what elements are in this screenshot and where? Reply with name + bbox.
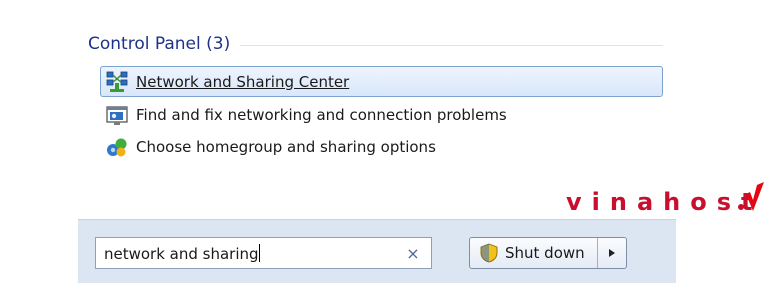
shield-icon bbox=[480, 243, 498, 263]
clear-search-icon[interactable]: × bbox=[403, 244, 423, 263]
result-find-and-fix-networking[interactable]: Find and fix networking and connection p… bbox=[100, 99, 663, 130]
svg-text:vinahost: vinahost bbox=[566, 188, 762, 216]
control-panel-header-label: Control Panel (3) bbox=[88, 34, 231, 54]
result-label: Network and Sharing Center bbox=[136, 72, 350, 91]
shut-down-button[interactable]: Shut down bbox=[470, 238, 598, 268]
text-caret bbox=[258, 243, 260, 262]
start-menu-search-results: Control Panel (3) Network and Sharing Ce… bbox=[78, 12, 676, 283]
shut-down-label: Shut down bbox=[505, 244, 585, 262]
control-panel-group-header[interactable]: Control Panel (3) bbox=[88, 32, 663, 56]
network-sharing-center-icon bbox=[106, 71, 128, 93]
result-label: Choose homegroup and sharing options bbox=[136, 137, 436, 156]
result-network-and-sharing-center[interactable]: Network and Sharing Center bbox=[100, 66, 663, 97]
vinahost-watermark-logo: vinahost bbox=[566, 180, 766, 220]
shut-down-options-arrow-icon[interactable] bbox=[598, 238, 626, 268]
homegroup-icon bbox=[106, 136, 128, 158]
result-label: Find and fix networking and connection p… bbox=[136, 105, 507, 124]
search-input-value[interactable]: network and sharing bbox=[104, 243, 403, 263]
power-button-group: Shut down bbox=[469, 237, 627, 269]
section-divider bbox=[240, 44, 663, 46]
troubleshoot-icon bbox=[106, 104, 128, 126]
search-input[interactable]: network and sharing × bbox=[95, 237, 432, 269]
result-choose-homegroup-and-sharing[interactable]: Choose homegroup and sharing options bbox=[100, 131, 663, 162]
start-menu-bottom-bar: network and sharing × Shut down bbox=[78, 219, 676, 283]
